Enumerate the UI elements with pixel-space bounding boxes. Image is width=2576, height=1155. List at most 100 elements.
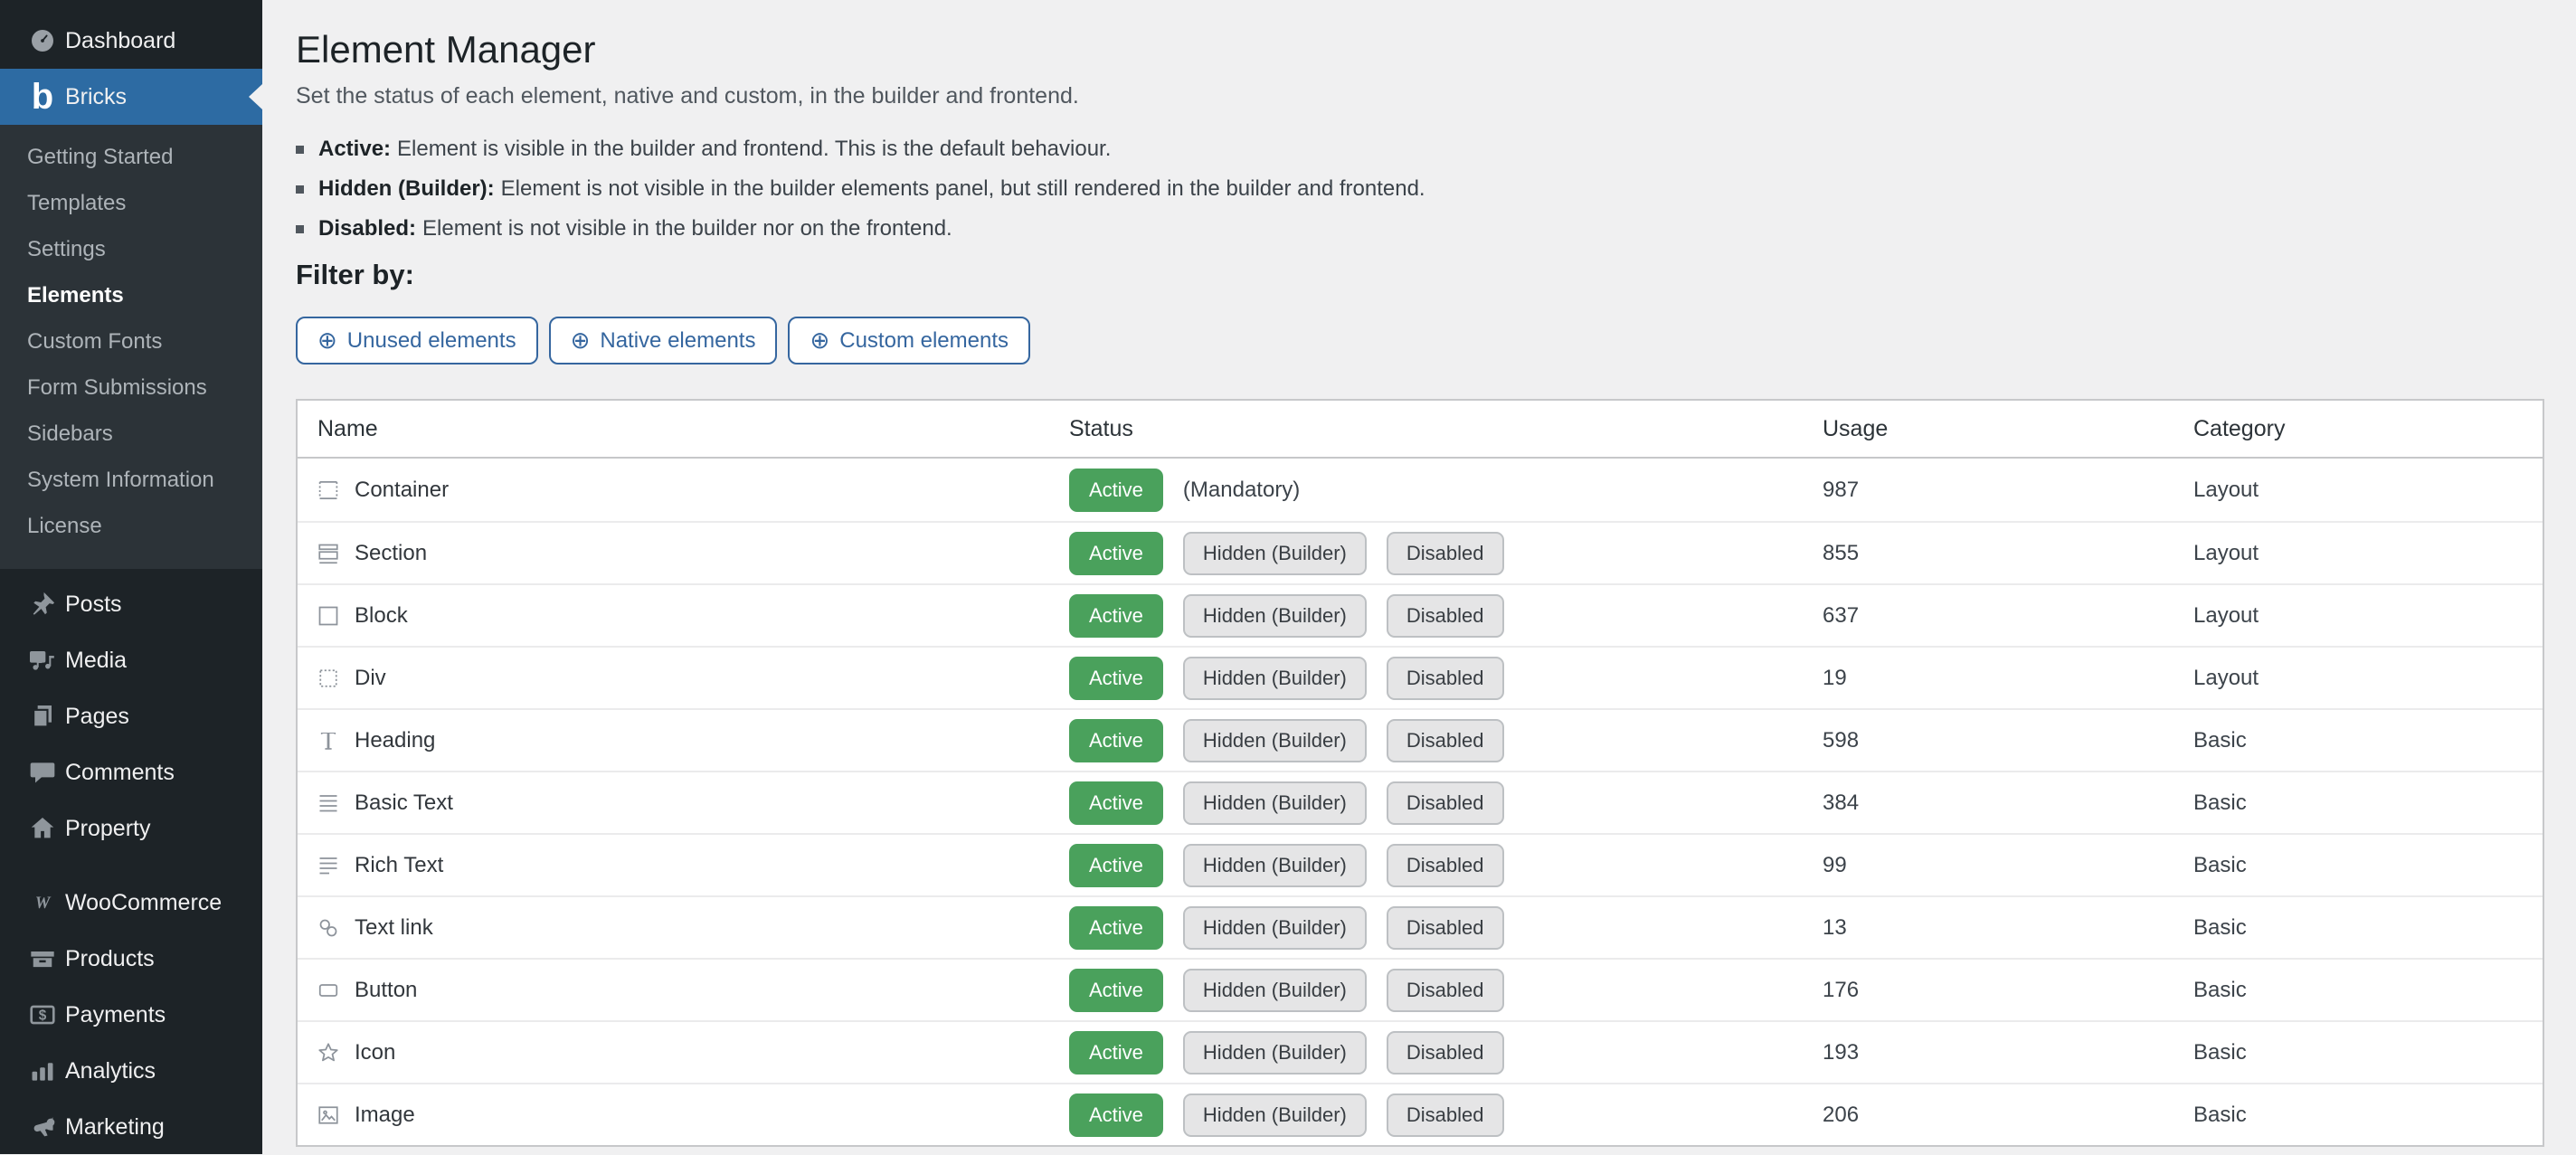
sidebar-item-label: WooCommerce — [65, 890, 222, 916]
sidebar-subitem-settings[interactable]: Settings — [0, 226, 262, 272]
usage-value: 206 — [1823, 1103, 2193, 1128]
status-button-hidden-builder[interactable]: Hidden (Builder) — [1183, 781, 1367, 825]
sidebar-subitem-form-submissions[interactable]: Form Submissions — [0, 364, 262, 411]
sidebar-item-bricks[interactable]: b Bricks — [0, 69, 262, 125]
payments-icon — [27, 999, 58, 1030]
element-name: Heading — [355, 728, 435, 753]
status-button-active[interactable]: Active — [1069, 469, 1163, 512]
sidebar-item-analytics[interactable]: Analytics — [0, 1043, 262, 1099]
usage-value: 637 — [1823, 603, 2193, 629]
block-icon — [315, 602, 342, 630]
status-cell: Active Hidden (Builder) Disabled — [1069, 1031, 1823, 1075]
sidebar-item-property[interactable]: Property — [0, 800, 262, 857]
status-button-active[interactable]: Active — [1069, 1031, 1163, 1075]
status-button-active[interactable]: Active — [1069, 532, 1163, 575]
filter-button-native-elements[interactable]: ⊕ Native elements — [549, 317, 778, 364]
page-subtitle: Set the status of each element, native a… — [296, 81, 2544, 110]
status-button-active[interactable]: Active — [1069, 1093, 1163, 1137]
status-button-disabled[interactable]: Disabled — [1387, 781, 1504, 825]
status-button-active[interactable]: Active — [1069, 781, 1163, 825]
status-button-hidden-builder[interactable]: Hidden (Builder) — [1183, 1031, 1367, 1075]
sidebar-item-comments[interactable]: Comments — [0, 744, 262, 800]
sidebar-subitem-license[interactable]: License — [0, 503, 262, 549]
status-button-hidden-builder[interactable]: Hidden (Builder) — [1183, 906, 1367, 950]
square-bullet-icon — [296, 185, 304, 194]
dashboard-icon — [27, 25, 58, 56]
sidebar-item-media[interactable]: Media — [0, 632, 262, 688]
page-title: Element Manager — [296, 25, 2544, 74]
status-button-active[interactable]: Active — [1069, 594, 1163, 638]
status-button-hidden-builder[interactable]: Hidden (Builder) — [1183, 969, 1367, 1012]
status-button-hidden-builder[interactable]: Hidden (Builder) — [1183, 844, 1367, 887]
sidebar-subitem-elements[interactable]: Elements — [0, 272, 262, 318]
sidebar-subitem-templates[interactable]: Templates — [0, 180, 262, 226]
sidebar-subitem-getting-started[interactable]: Getting Started — [0, 134, 262, 180]
filter-button-custom-elements[interactable]: ⊕ Custom elements — [788, 317, 1030, 364]
pages-icon — [27, 701, 58, 732]
table-row-block: Block Active Hidden (Builder) Disabled 637… — [298, 583, 2543, 646]
sidebar-item-label: Bricks — [65, 84, 127, 110]
sidebar-item-woocommerce[interactable]: WooCommerce — [0, 875, 262, 931]
status-button-disabled[interactable]: Disabled — [1387, 1093, 1504, 1137]
status-button-disabled[interactable]: Disabled — [1387, 906, 1504, 950]
element-name: Rich Text — [355, 853, 443, 878]
sidebar-item-dashboard[interactable]: Dashboard — [0, 13, 262, 69]
status-button-disabled[interactable]: Disabled — [1387, 719, 1504, 762]
status-button-disabled[interactable]: Disabled — [1387, 657, 1504, 700]
status-button-disabled[interactable]: Disabled — [1387, 844, 1504, 887]
sidebar-item-payments[interactable]: Payments — [0, 987, 262, 1043]
status-button-active[interactable]: Active — [1069, 969, 1163, 1012]
mandatory-note: (Mandatory) — [1183, 478, 1300, 503]
sidebar-subitem-custom-fonts[interactable]: Custom Fonts — [0, 318, 262, 364]
elements-table: Name Status Usage Category Container Act… — [296, 399, 2544, 1147]
status-button-hidden-builder[interactable]: Hidden (Builder) — [1183, 657, 1367, 700]
square-bullet-icon — [296, 146, 304, 154]
admin-sidebar: Dashboard b Bricks Getting StartedTempla… — [0, 0, 262, 1154]
sidebar-item-marketing[interactable]: Marketing — [0, 1099, 262, 1155]
products-icon — [27, 943, 58, 974]
usage-value: 855 — [1823, 541, 2193, 566]
status-button-hidden-builder[interactable]: Hidden (Builder) — [1183, 1093, 1367, 1137]
status-button-disabled[interactable]: Disabled — [1387, 532, 1504, 575]
status-button-hidden-builder[interactable]: Hidden (Builder) — [1183, 532, 1367, 575]
table-row-icon: Icon ActiveHidden (Builder)Disabled 193 … — [298, 1020, 2543, 1083]
filter-heading: Filter by: — [296, 257, 2544, 293]
status-button-active[interactable]: Active — [1069, 719, 1163, 762]
sidebar-subitem-system-information[interactable]: System Information — [0, 457, 262, 503]
element-name: Block — [355, 603, 408, 629]
status-button-hidden-builder[interactable]: Hidden (Builder) — [1183, 594, 1367, 638]
status-cell: Active Hidden (Builder) Disabled — [1069, 781, 1823, 825]
text-icon — [315, 790, 342, 817]
status-button-disabled[interactable]: Disabled — [1387, 1031, 1504, 1075]
category-value: Basic — [2193, 791, 2543, 816]
sidebar-item-pages[interactable]: Pages — [0, 688, 262, 744]
status-button-hidden-builder[interactable]: Hidden (Builder) — [1183, 719, 1367, 762]
category-value: Layout — [2193, 541, 2543, 566]
sidebar-menu-group-1: Posts Media Pages Comments Property — [0, 576, 262, 857]
table-row-div: Div ActiveHidden (Builder)Disabled 19 La… — [298, 646, 2543, 708]
sidebar-item-label: Property — [65, 816, 150, 842]
status-button-active[interactable]: Active — [1069, 906, 1163, 950]
element-name: Text link — [355, 915, 433, 941]
div-icon — [315, 665, 342, 692]
pin-icon — [27, 589, 58, 620]
status-cell: Active Hidden (Builder) Disabled — [1069, 532, 1823, 575]
usage-value: 13 — [1823, 915, 2193, 941]
legend-term: Active: — [318, 136, 391, 163]
status-button-active[interactable]: Active — [1069, 844, 1163, 887]
table-header-row: Name Status Usage Category — [298, 401, 2543, 459]
category-value: Layout — [2193, 478, 2543, 503]
richtext-icon — [315, 852, 342, 879]
sidebar-item-label: Comments — [65, 760, 175, 786]
sidebar-item-label: Posts — [65, 592, 122, 618]
status-button-disabled[interactable]: Disabled — [1387, 969, 1504, 1012]
status-button-disabled[interactable]: Disabled — [1387, 594, 1504, 638]
column-header-name: Name — [298, 416, 1069, 442]
status-button-active[interactable]: Active — [1069, 657, 1163, 700]
sidebar-subitem-sidebars[interactable]: Sidebars — [0, 411, 262, 457]
section-icon — [315, 540, 342, 567]
filter-button-unused-elements[interactable]: ⊕ Unused elements — [296, 317, 538, 364]
sidebar-item-label: Analytics — [65, 1058, 156, 1084]
sidebar-item-posts[interactable]: Posts — [0, 576, 262, 632]
sidebar-item-products[interactable]: Products — [0, 931, 262, 987]
